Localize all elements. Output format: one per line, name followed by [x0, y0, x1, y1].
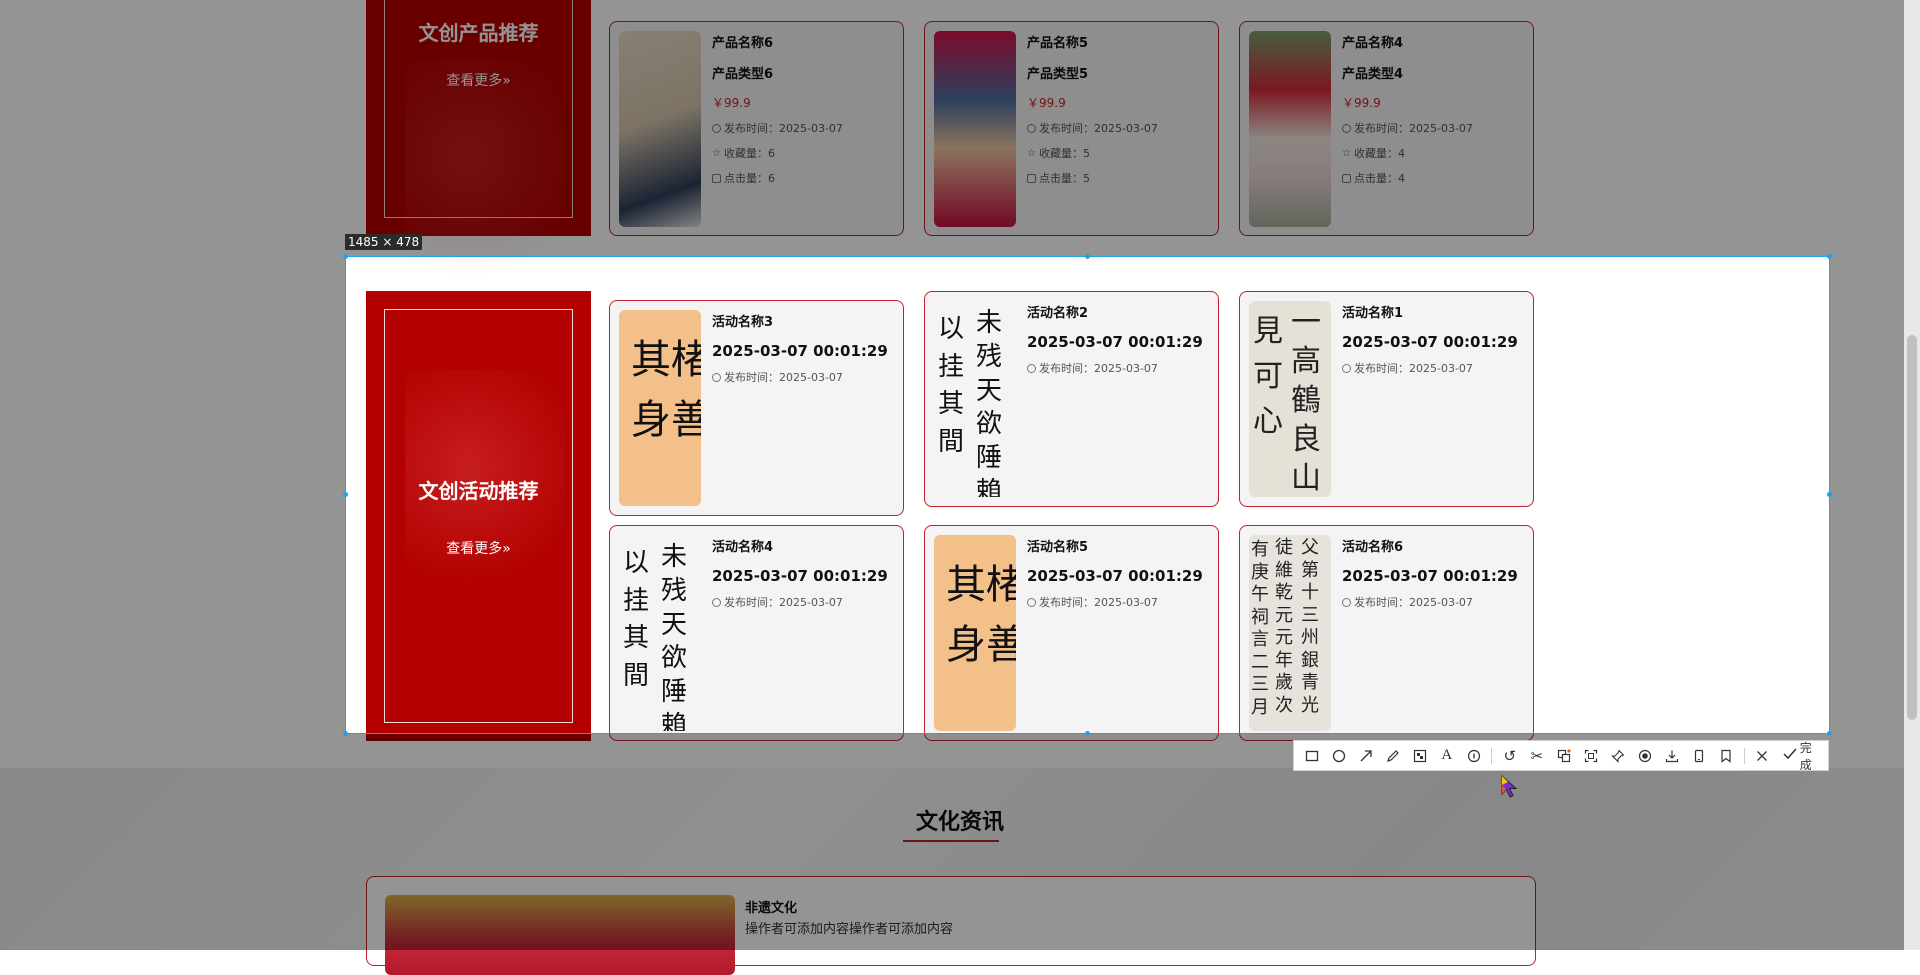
scrollbar-thumb[interactable] [1907, 335, 1917, 720]
resize-handle-e[interactable] [1827, 492, 1832, 497]
screenshot-toolbar: A ↺ ✂ 完成 [1293, 739, 1829, 773]
resize-handle-nw[interactable] [343, 254, 348, 259]
resize-handle-ne[interactable] [1827, 254, 1832, 259]
resize-handle-s[interactable] [1085, 731, 1090, 736]
toolbar-divider [1743, 747, 1745, 764]
selection-frame[interactable] [345, 256, 1830, 734]
rectangle-icon[interactable] [1300, 744, 1323, 768]
resize-handle-w[interactable] [343, 492, 348, 497]
dim-overlay-top [0, 0, 1920, 256]
dim-overlay-left [0, 256, 345, 734]
ocr-icon[interactable] [1579, 744, 1602, 768]
text-icon[interactable]: A [1435, 744, 1458, 768]
bookmark-icon[interactable] [1715, 744, 1738, 768]
done-label: 完成 [1799, 740, 1812, 772]
resize-handle-n[interactable] [1085, 254, 1090, 259]
undo-icon[interactable]: ↺ [1498, 744, 1521, 768]
number-icon[interactable] [1462, 744, 1485, 768]
check-icon [1782, 747, 1798, 764]
selection-size-label: 1485 × 478 [345, 234, 423, 250]
mosaic-icon[interactable] [1408, 744, 1431, 768]
translate-icon[interactable] [1552, 744, 1575, 768]
resize-handle-se[interactable] [1827, 731, 1832, 736]
done-button[interactable]: 完成 [1782, 739, 1822, 773]
scissors-icon[interactable]: ✂ [1525, 744, 1548, 768]
download-icon[interactable] [1661, 744, 1684, 768]
pin-icon[interactable] [1606, 744, 1629, 768]
mouse-cursor-icon [1501, 775, 1518, 798]
pencil-icon[interactable] [1381, 744, 1404, 768]
arrow-icon[interactable] [1354, 744, 1377, 768]
resize-handle-sw[interactable] [343, 731, 348, 736]
close-icon[interactable] [1751, 744, 1774, 768]
record-icon[interactable] [1634, 744, 1657, 768]
toolbar-divider [1491, 747, 1493, 764]
ellipse-icon[interactable] [1327, 744, 1350, 768]
phone-icon[interactable] [1688, 744, 1711, 768]
